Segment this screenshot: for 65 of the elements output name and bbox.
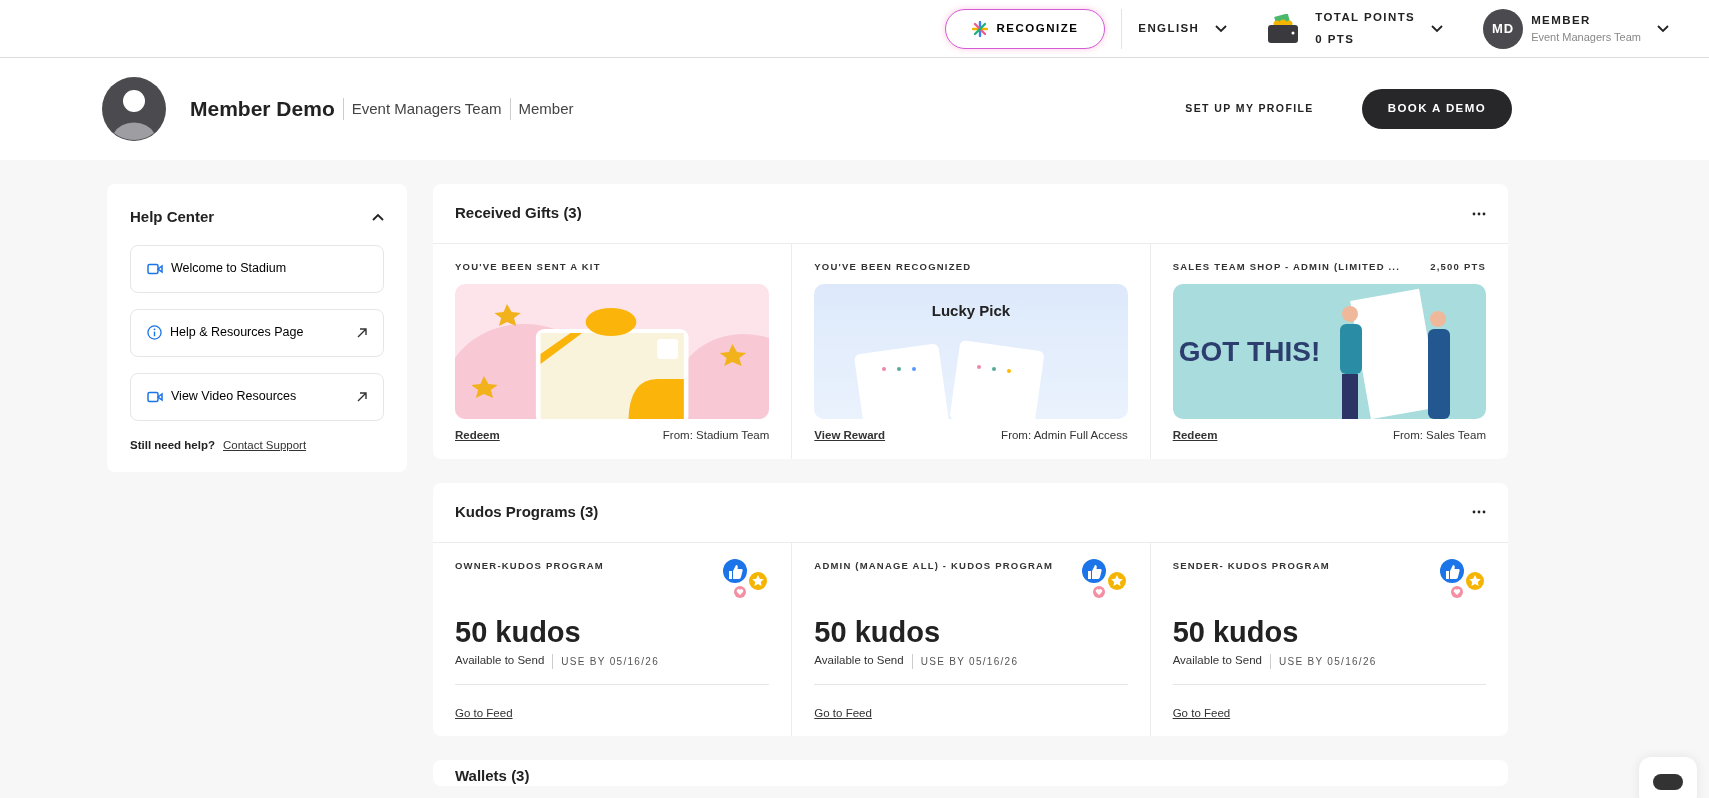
more-options-icon[interactable] [1472,510,1486,514]
book-demo-button[interactable]: BOOK A DEMO [1361,89,1512,129]
contact-support-link[interactable]: Contact Support [223,436,307,454]
profile-role: Member [509,97,574,121]
use-by-date: USE BY 05/16/26 [911,653,1019,669]
gift-sender: From: Stadium Team [662,428,770,444]
gift-label: SALES TEAM SHOP - ADMIN (LIMITED ... [1172,260,1401,274]
gift-action-link[interactable]: Redeem [455,427,500,445]
kudos-amount: 50 kudos [814,616,942,649]
reactions-icon [1079,558,1128,599]
help-link[interactable]: View Video Resources [130,372,384,421]
language-selector[interactable]: ENGLISH [1138,19,1200,38]
recognize-button[interactable]: RECOGNIZE [945,8,1106,49]
kudos-amount: 50 kudos [1172,616,1300,649]
gift-action-link[interactable]: View Reward [814,427,886,445]
kudos-amount: 50 kudos [455,616,582,649]
gift-sender: From: Admin Full Access [1001,428,1128,444]
total-points-label: TOTAL POINTS [1315,10,1416,26]
availability-text: Available to Send [1172,653,1262,669]
help-center-title: Help Center [130,207,215,227]
user-role: MEMBER [1531,12,1592,28]
availability-text: Available to Send [455,653,545,669]
profile-name: Member Demo [190,96,335,123]
video-camera-icon [147,390,163,403]
chevron-down-icon[interactable] [1431,24,1444,33]
user-team: Event Managers Team [1531,29,1641,45]
info-icon [147,325,162,340]
use-by-date: USE BY 05/16/26 [1269,653,1377,669]
profile-avatar [102,77,166,141]
chat-icon [1653,774,1683,790]
gift-points: 2,500 PTS [1430,260,1486,274]
go-to-feed-link[interactable]: Go to Feed [1172,706,1231,719]
user-avatar[interactable]: MD [1483,8,1524,49]
gift-label: YOU'VE BEEN RECOGNIZED [814,260,972,274]
chevron-up-icon[interactable] [372,213,384,222]
wallet-icon [1267,13,1300,44]
availability-text: Available to Send [814,653,904,669]
help-link[interactable]: Welcome to Stadium [130,244,384,293]
gift-sender: From: Sales Team [1392,428,1486,444]
go-to-feed-link[interactable]: Go to Feed [814,706,872,719]
banner-text: GOT THIS! [1177,334,1321,369]
program-name: OWNER-KUDOS PROGRAM [455,558,604,573]
gift-label: YOU'VE BEEN SENT A KIT [455,260,601,274]
go-to-feed-link[interactable]: Go to Feed [455,706,513,719]
chat-launcher-button[interactable] [1639,757,1697,798]
profile-team: Event Managers Team [342,97,502,121]
section-title: Wallets (3) [455,766,530,787]
reactions-icon [721,558,770,599]
gift-action-link[interactable]: Redeem [1172,427,1218,445]
spark-logo-icon [972,20,989,37]
chevron-down-icon[interactable] [1657,24,1669,33]
program-name: SENDER- KUDOS PROGRAM [1172,558,1330,573]
use-by-date: USE BY 05/16/26 [552,653,659,669]
section-title: Received Gifts (3) [455,203,582,224]
chevron-down-icon[interactable] [1215,24,1228,33]
banner-title: Lucky Pick [930,301,1012,322]
program-name: ADMIN (MANAGE ALL) - KUDOS PROGRAM [814,558,1054,573]
points-value: 0 PTS [1315,31,1356,47]
help-prompt-text: Still need help? [130,437,215,453]
section-title: Kudos Programs (3) [455,501,599,522]
reactions-icon [1438,558,1486,599]
help-link[interactable]: Help & Resources Page [130,308,384,357]
set-up-profile-link[interactable]: SET UP MY PROFILE [1185,101,1314,117]
more-options-icon[interactable] [1472,211,1486,216]
video-camera-icon [147,262,163,275]
